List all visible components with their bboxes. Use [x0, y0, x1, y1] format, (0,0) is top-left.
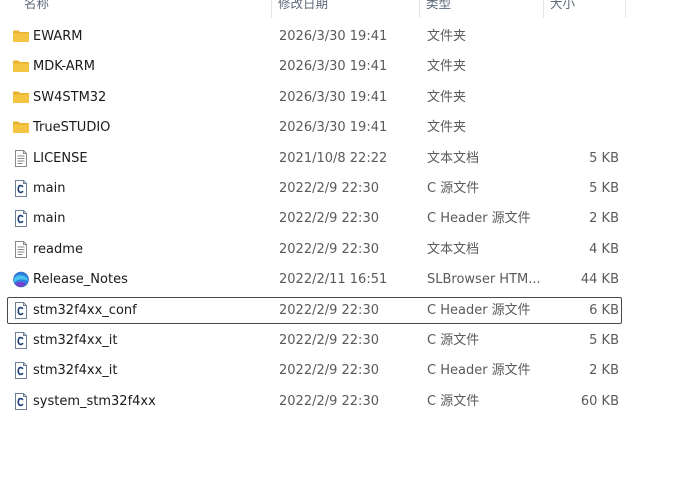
file-size: 5 KB [589, 151, 619, 166]
file-type: C 源文件 [427, 181, 480, 196]
file-type: C Header 源文件 [427, 363, 531, 378]
file-row[interactable]: main 2022/2/9 22:30 C Header 源文件 2 KB [7, 205, 622, 232]
file-name: main [33, 211, 66, 226]
file-date: 2026/3/30 19:41 [279, 90, 388, 105]
file-date: 2022/2/11 16:51 [279, 272, 388, 287]
column-header-size[interactable]: 大小 [544, 0, 626, 18]
file-name: main [33, 181, 66, 196]
file-type: C Header 源文件 [427, 211, 531, 226]
file-name: system_stm32f4xx [33, 394, 156, 409]
file-date: 2021/10/8 22:22 [279, 151, 388, 166]
text-file-icon [12, 241, 30, 258]
file-date: 2022/2/9 22:30 [279, 242, 379, 257]
file-name: readme [33, 242, 83, 257]
file-type: 文件夹 [427, 29, 467, 44]
file-date: 2026/3/30 19:41 [279, 29, 388, 44]
file-type: C 源文件 [427, 333, 480, 348]
file-date: 2022/2/9 22:30 [279, 181, 379, 196]
file-row[interactable]: stm32f4xx_conf 2022/2/9 22:30 C Header 源文件… [7, 297, 622, 324]
c-file-icon [12, 180, 30, 197]
c-file-icon [12, 210, 30, 227]
c-file-icon [12, 362, 30, 379]
file-type: 文件夹 [427, 59, 467, 74]
file-size: 60 KB [580, 394, 619, 409]
file-row[interactable]: system_stm32f4xx 2022/2/9 22:30 C 源文件 60 KB [7, 388, 622, 415]
file-date: 2022/2/9 22:30 [279, 211, 379, 226]
file-row[interactable]: main 2022/2/9 22:30 C 源文件 5 KB [7, 175, 622, 202]
text-file-icon [12, 150, 30, 167]
file-size: 2 KB [589, 211, 619, 226]
file-type: 文本文档 [427, 242, 480, 257]
file-row[interactable]: LICENSE 2021/10/8 22:22 文本文档 5 KB [7, 145, 622, 172]
file-row[interactable]: stm32f4xx_it 2022/2/9 22:30 C Header 源文件 2 … [7, 357, 622, 384]
file-date: 2022/2/9 22:30 [279, 363, 379, 378]
column-header-type[interactable]: 类型 [420, 0, 544, 18]
file-size: 5 KB [589, 181, 619, 196]
file-type: C 源文件 [427, 394, 480, 409]
file-type: C Header 源文件 [427, 303, 531, 318]
file-type: 文件夹 [427, 120, 467, 135]
file-row[interactable]: readme 2022/2/9 22:30 文本文档 4 KB [7, 236, 622, 263]
file-type: 文本文档 [427, 151, 480, 166]
folder-icon [12, 28, 30, 45]
file-size: 6 KB [589, 303, 619, 318]
file-row[interactable]: SW4STM32 2026/3/30 19:41 文件夹 [7, 84, 622, 111]
folder-icon [12, 58, 30, 75]
file-size: 5 KB [589, 333, 619, 348]
file-size [548, 54, 619, 79]
file-name: SW4STM32 [33, 90, 107, 105]
c-file-icon [12, 393, 30, 410]
c-file-icon [12, 332, 30, 349]
browser-icon [12, 271, 30, 288]
file-date: 2022/2/9 22:30 [279, 394, 379, 409]
file-size [548, 24, 619, 49]
column-header-name[interactable]: 名称 [18, 0, 272, 18]
file-name: MDK-ARM [33, 59, 95, 74]
file-size: 44 KB [580, 272, 619, 287]
file-name: EWARM [33, 29, 83, 44]
file-row[interactable]: MDK-ARM 2026/3/30 19:41 文件夹 [7, 53, 622, 80]
column-header: 名称 修改日期 类型 大小 [0, 0, 693, 18]
file-name: stm32f4xx_it [33, 363, 118, 378]
file-date: 2022/2/9 22:30 [279, 303, 379, 318]
folder-icon [12, 119, 30, 136]
file-name: LICENSE [33, 151, 88, 166]
file-name: stm32f4xx_conf [33, 303, 137, 318]
file-type: 文件夹 [427, 90, 467, 105]
file-size [548, 115, 619, 140]
file-name: stm32f4xx_it [33, 333, 118, 348]
c-file-icon [12, 302, 30, 319]
folder-icon [12, 89, 30, 106]
file-name: TrueSTUDIO [33, 120, 111, 135]
file-size: 4 KB [589, 242, 619, 257]
column-header-date[interactable]: 修改日期 [272, 0, 420, 18]
file-type: SLBrowser HTM... [427, 272, 541, 287]
file-row[interactable]: EWARM 2026/3/30 19:41 文件夹 [7, 23, 622, 50]
file-row[interactable]: stm32f4xx_it 2022/2/9 22:30 C 源文件 5 KB [7, 327, 622, 354]
file-date: 2026/3/30 19:41 [279, 59, 388, 74]
file-date: 2026/3/30 19:41 [279, 120, 388, 135]
file-date: 2022/2/9 22:30 [279, 333, 379, 348]
file-name: Release_Notes [33, 272, 128, 287]
file-size [548, 85, 619, 110]
file-row[interactable]: TrueSTUDIO 2026/3/30 19:41 文件夹 [7, 114, 622, 141]
file-size: 2 KB [589, 363, 619, 378]
file-row[interactable]: Release_Notes 2022/2/11 16:51 SLBrowser HT… [7, 266, 622, 293]
